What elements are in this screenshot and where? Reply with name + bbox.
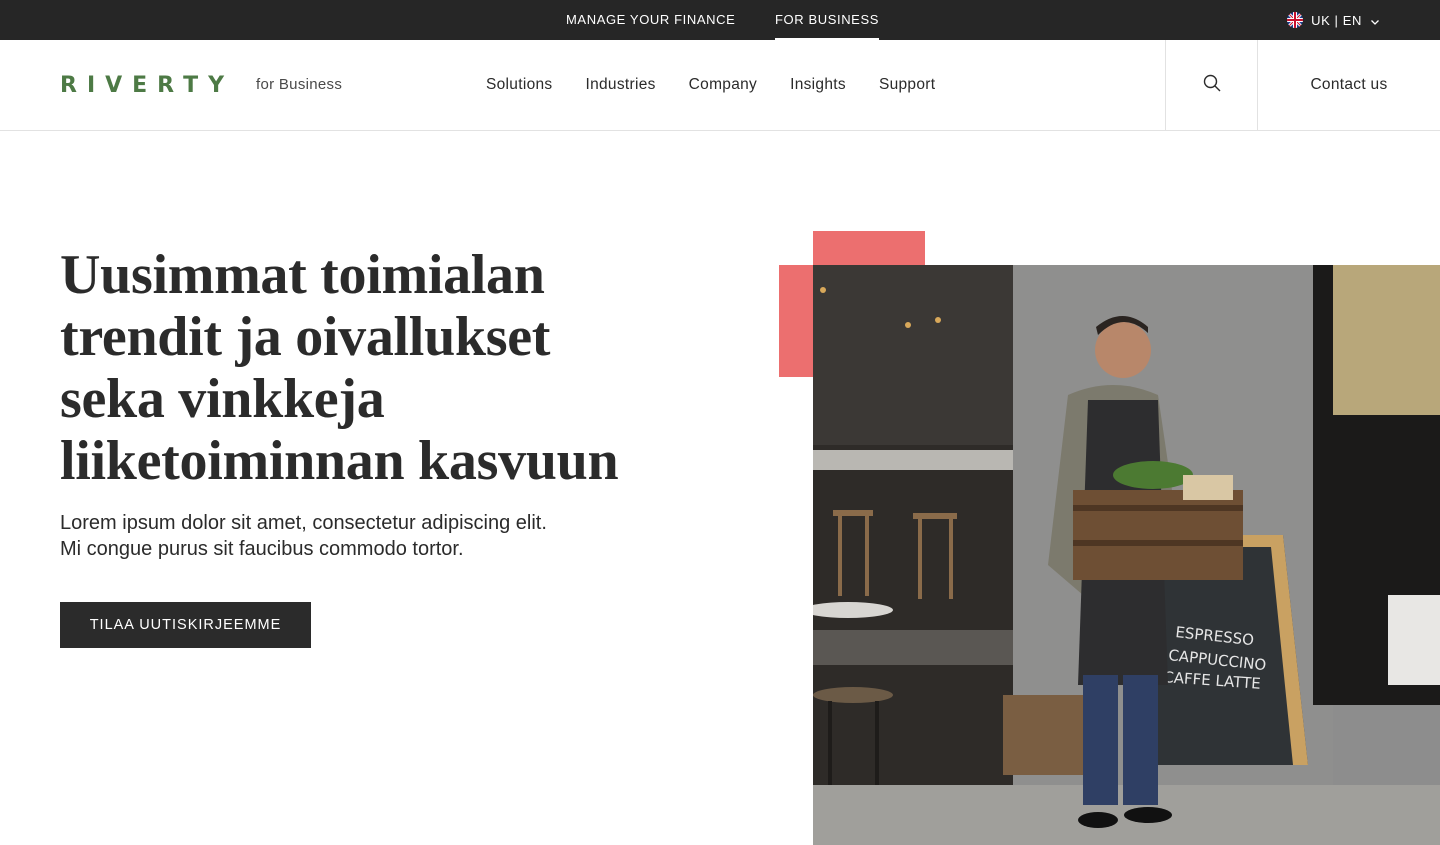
hero-subtitle: Lorem ipsum dolor sit amet, consectetur … — [60, 510, 660, 562]
search-icon — [1203, 74, 1221, 97]
locale-selector[interactable]: UK | EN — [1287, 0, 1380, 40]
subscribe-newsletter-button[interactable]: TILAA UUTISKIRJEEMME — [60, 602, 311, 648]
locale-label: UK | EN — [1311, 12, 1362, 28]
main-header: RIVERTY for Business Solutions Industrie… — [0, 40, 1440, 131]
nav-item-industries[interactable]: Industries — [585, 76, 655, 94]
hero-photo: ESPRESSO CAPPUCCINO CAFFE LATTE — [813, 265, 1440, 845]
hero-subtitle-line: Mi congue purus sit faucibus commodo tor… — [60, 538, 464, 560]
top-bar: MANAGE YOUR FINANCE FOR BUSINESS UK | EN — [0, 0, 1440, 40]
hero-title-line: liiketoiminnan kasvuun — [60, 430, 619, 492]
chevron-down-icon — [1370, 15, 1380, 25]
nav-item-company[interactable]: Company — [689, 76, 757, 94]
hero-title-line: trendit ja oivallukset — [60, 306, 551, 368]
hero-subtitle-line: Lorem ipsum dolor sit amet, consectetur … — [60, 512, 547, 534]
hero-title-line: Uusimmat toimialan — [60, 244, 545, 306]
search-button[interactable] — [1165, 40, 1258, 130]
tab-manage-your-finance[interactable]: MANAGE YOUR FINANCE — [566, 0, 735, 40]
contact-us-button[interactable]: Contact us — [1258, 40, 1440, 130]
tab-for-business[interactable]: FOR BUSINESS — [775, 0, 879, 40]
logo-text: RIVERTY — [60, 72, 235, 98]
nav-item-insights[interactable]: Insights — [790, 76, 846, 94]
uk-flag-icon — [1287, 12, 1304, 28]
hero-title: Uusimmat toimialan trendit ja oivallukse… — [60, 244, 700, 492]
nav-item-solutions[interactable]: Solutions — [486, 76, 552, 94]
hero-title-line: seka vinkkeja — [60, 368, 385, 430]
nav-item-support[interactable]: Support — [879, 76, 935, 94]
accent-block-left — [779, 265, 813, 377]
header-subtitle: for Business — [256, 76, 343, 93]
main-nav: Solutions Industries Company Insights Su… — [486, 76, 968, 94]
riverty-logo[interactable]: RIVERTY — [60, 72, 235, 98]
accent-block-top — [813, 231, 925, 265]
